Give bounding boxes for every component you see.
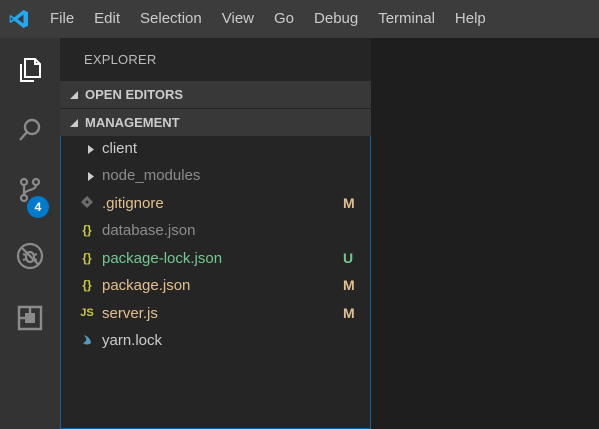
menu-terminal[interactable]: Terminal: [368, 0, 445, 38]
editor-area[interactable]: [371, 38, 599, 429]
debug-icon[interactable]: [0, 228, 60, 284]
git-diamond-icon: [78, 196, 96, 211]
extensions-icon[interactable]: [0, 290, 60, 346]
menu-selection[interactable]: Selection: [130, 0, 212, 38]
file-name: yarn.lock: [102, 332, 163, 349]
file-name: package.json: [102, 277, 191, 294]
menu-view[interactable]: View: [212, 0, 264, 38]
chevron-right-icon: [88, 172, 94, 181]
search-icon[interactable]: [0, 102, 60, 158]
menu-file[interactable]: File: [38, 0, 84, 38]
menu-help[interactable]: Help: [445, 0, 496, 38]
management-header[interactable]: MANAGEMENT: [60, 109, 371, 136]
chevron-down-icon: [70, 90, 78, 99]
tree-item-gitignore[interactable]: .gitignore M: [61, 191, 370, 218]
file-name: node_modules: [102, 167, 201, 184]
git-status-badge: M: [343, 195, 355, 211]
git-status-badge: M: [343, 305, 355, 321]
open-editors-header[interactable]: OPEN EDITORS: [60, 81, 371, 108]
menu-debug[interactable]: Debug: [304, 0, 368, 38]
file-tree: client node_modules .gitignore M {} data…: [60, 136, 371, 429]
menu-bar: File Edit Selection View Go Debug Termin…: [38, 0, 496, 38]
source-control-badge: 4: [27, 196, 49, 218]
json-braces-icon: {}: [82, 251, 92, 265]
tree-item-package-json[interactable]: {} package.json M: [61, 273, 370, 300]
management-label: MANAGEMENT: [85, 115, 180, 130]
activity-bar: 4: [0, 38, 60, 429]
json-braces-icon: {}: [82, 223, 92, 237]
menu-go[interactable]: Go: [264, 0, 304, 38]
file-name: package-lock.json: [102, 250, 223, 267]
chevron-right-icon: [88, 145, 94, 154]
tree-item-node-modules[interactable]: node_modules: [61, 163, 370, 190]
explorer-sidebar: EXPLORER OPEN EDITORS MANAGEMENT client …: [60, 38, 371, 429]
tree-item-yarn-lock[interactable]: yarn.lock: [61, 328, 370, 355]
chevron-down-icon: [70, 118, 78, 127]
git-status-badge: M: [343, 277, 355, 293]
tree-item-package-lock-json[interactable]: {} package-lock.json U: [61, 246, 370, 273]
sidebar-title: EXPLORER: [84, 52, 157, 67]
menu-edit[interactable]: Edit: [84, 0, 130, 38]
file-name: client: [102, 140, 138, 157]
open-editors-label: OPEN EDITORS: [85, 87, 184, 102]
git-status-badge: U: [343, 250, 354, 266]
file-name: .gitignore: [102, 195, 164, 212]
title-bar: File Edit Selection View Go Debug Termin…: [0, 0, 599, 38]
tree-item-client[interactable]: client: [61, 136, 370, 163]
yarn-icon: [78, 333, 96, 349]
vscode-logo-icon: [0, 0, 38, 38]
tree-item-database-json[interactable]: {} database.json: [61, 218, 370, 245]
explorer-files-icon[interactable]: [0, 42, 60, 98]
file-name: server.js: [102, 305, 158, 322]
file-name: database.json: [102, 222, 196, 239]
javascript-icon: JS: [80, 307, 94, 319]
tree-item-server-js[interactable]: JS server.js M: [61, 301, 370, 328]
json-braces-icon: {}: [82, 278, 92, 292]
